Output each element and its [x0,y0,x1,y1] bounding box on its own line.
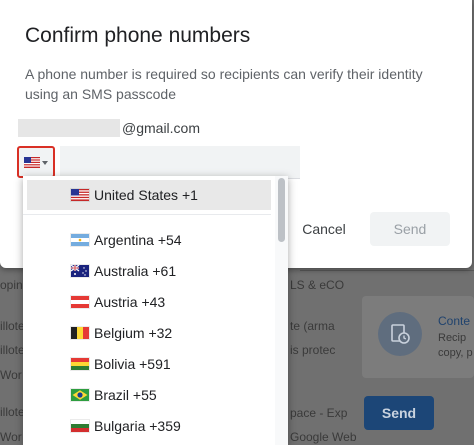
country-code-dropdown-button[interactable] [17,146,55,178]
brazil-flag-icon [71,389,89,401]
background-divider [300,270,474,271]
country-option-label: Australia +61 [94,263,177,279]
recipient-email: @gmail.com [18,118,200,138]
background-text: Wor [0,430,22,444]
country-code-dropdown: United States +1 Argentina +54 Australia… [23,176,288,445]
email-domain: @gmail.com [122,120,201,136]
country-option-label: Brazil +55 [94,387,157,403]
us-flag-icon [71,189,89,201]
cancel-button[interactable]: Cancel [292,212,356,246]
background-card-title: Conte [438,314,471,328]
send-button[interactable]: Send [370,212,450,246]
austria-flag-icon [71,296,89,308]
bulgaria-flag-icon [71,420,89,432]
background-card-text: copy, p [438,347,473,359]
background-text: is protec [290,343,336,357]
country-option-bulgaria[interactable]: Bulgaria +359 [23,411,271,441]
background-text: opin [0,278,23,292]
country-option-belgium[interactable]: Belgium +32 [23,318,271,348]
background-card-text: Recip [438,332,467,344]
background-text: Wor [0,368,22,382]
chevron-down-icon [42,161,48,165]
country-option-label: Argentina +54 [94,232,182,248]
dropdown-divider [23,214,271,215]
country-option-argentina[interactable]: Argentina +54 [23,225,271,255]
country-option-austria[interactable]: Austria +43 [23,287,271,317]
background-text: illote [0,319,25,333]
country-option-label: Belgium +32 [94,325,173,341]
phone-number-input[interactable] [60,146,300,179]
dropdown-scrollbar-thumb[interactable] [278,178,285,242]
country-option-australia[interactable]: Australia +61 [23,256,271,286]
country-option-brazil[interactable]: Brazil +55 [23,380,271,410]
dialog-description: A phone number is required so recipients… [25,66,423,102]
background-text: illote [0,343,25,357]
background-send-button: Send [364,396,434,430]
country-option-label: Austria +43 [94,294,166,310]
australia-flag-icon [71,265,89,277]
country-option-label: Bolivia +591 [94,356,171,372]
country-option-label: Bulgaria +359 [94,418,181,434]
country-option-bolivia[interactable]: Bolivia +591 [23,349,271,379]
country-option-united-states[interactable]: United States +1 [27,180,271,210]
argentina-flag-icon [71,234,89,246]
background-text: LS & eCO [290,278,345,292]
background-text: te (arma [290,319,335,333]
country-option-label: United States +1 [94,187,198,203]
background-text: pace - Exp [290,406,348,420]
background-text: Google Web [290,430,357,444]
bolivia-flag-icon [71,358,89,370]
dialog-title: Confirm phone numbers [25,24,251,47]
document-lock-icon [378,312,422,356]
redacted-email-user [18,119,120,137]
belgium-flag-icon [71,327,89,339]
us-flag-icon [24,156,40,168]
background-text: illote [0,405,25,419]
